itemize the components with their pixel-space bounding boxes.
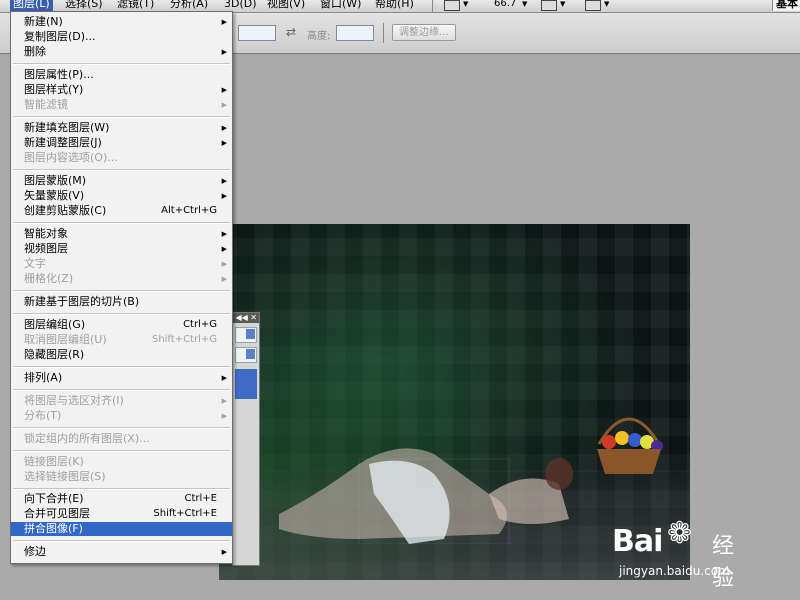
menubar-divider [432,0,433,12]
woman-figure [279,448,573,544]
menu-divider [13,116,230,118]
menu-item-smart-objects[interactable]: 智能对象 ▶ [11,227,232,241]
submenu-arrow-icon: ▶ [221,177,227,185]
menu-help[interactable]: 帮助(H) [372,0,417,11]
menu-item-smart-filter: 智能滤镜 ▶ [24,98,227,111]
menu-item-new-layer-based-slice[interactable]: 新建基于图层的切片(B) [11,295,232,309]
menu-item-layer-style[interactable]: 图层样式(Y) ▶ [11,83,232,97]
menu-3d[interactable]: 3D(D) [221,0,260,11]
menu-item-arrange[interactable]: 排列(A) ▶ [11,371,232,385]
submenu-arrow-icon: ▶ [221,275,227,283]
menu-divider [13,366,230,368]
submenu-arrow-icon: ▶ [221,412,227,420]
chevron-right-icon [246,349,255,359]
menu-item-align-to-selection: 将图层与选区对齐(I) ▶ [24,394,227,407]
submenu-arrow-icon: ▶ [221,139,227,147]
layer-menu-dropdown: 新建(N) ▶ 复制图层(D)... 删除 ▶ 图层属性(P)... 图层样式(Y)… [10,11,233,564]
menu-item-vector-mask[interactable]: 矢量蒙版(V) ▶ [11,189,232,203]
flower-basket [597,417,663,474]
menu-item-merge-visible[interactable]: 合并可见图层 Shift+Ctrl+E [11,507,232,521]
chevron-right-icon [246,329,255,339]
menu-divider [13,389,230,391]
menu-divider [13,63,230,65]
optbar-divider [383,23,384,43]
height-label: 高度: [307,31,331,42]
menu-item-select-linked-layers: 选择链接图层(S) [24,470,106,483]
menu-item-video-layers[interactable]: 视频图层 ▶ [11,242,232,256]
menu-item-group-layers[interactable]: 图层编组(G) Ctrl+G [11,318,232,332]
menu-divider [13,313,230,315]
menu-item-duplicate[interactable]: 复制图层(D)... [11,30,232,44]
refine-edge-button[interactable]: 调整边缘... [392,24,456,41]
arrange-documents-icon[interactable] [541,0,557,11]
screen-mode-icon[interactable] [585,0,601,11]
submenu-arrow-icon: ▶ [221,230,227,238]
menu-divider [13,540,230,542]
menu-item-new-fill-layer[interactable]: 新建填充图层(W) ▶ [11,121,232,135]
watermark-url: jingyan.baidu.com [619,564,730,578]
width-field[interactable] [238,25,276,41]
menu-item-layer-properties[interactable]: 图层属性(P)... [11,68,232,82]
menu-item-new[interactable]: 新建(N) ▶ [11,15,232,29]
workspace-button[interactable]: 基本 [772,0,800,11]
submenu-arrow-icon: ▶ [221,192,227,200]
chevron-down-icon[interactable]: ▼ [522,0,527,8]
menu-item-layer-content-options: 图层内容选项(O)... [24,151,118,164]
menu-layer[interactable]: 图层(L) [10,0,53,11]
menu-item-ungroup-layers: 取消图层编组(U) Shift+Ctrl+G [24,333,217,346]
selected-layer-row[interactable] [235,369,257,399]
watermark-jingyan: 经验 [712,534,735,591]
paw-logo-icon: ❁ [667,516,693,551]
menu-item-link-layers: 链接图层(K) [24,455,84,468]
menu-item-new-adjustment-layer[interactable]: 新建调整图层(J) ▶ [11,136,232,150]
panel-header[interactable]: ◀◀ ✕ [233,313,259,323]
submenu-arrow-icon: ▶ [221,245,227,253]
submenu-arrow-icon: ▶ [221,48,227,56]
menu-item-type: 文字 ▶ [24,257,227,270]
screen-mode-icon[interactable] [444,0,460,11]
submenu-arrow-icon: ▶ [221,397,227,405]
submenu-arrow-icon: ▶ [221,260,227,268]
menu-item-merge-down[interactable]: 向下合并(E) Ctrl+E [11,492,232,506]
menu-item-create-clipping-mask[interactable]: 创建剪贴蒙版(C) Alt+Ctrl+G [11,204,232,218]
watermark-brand: Bai [612,524,663,559]
menu-item-flatten-image[interactable]: 拼合图像(F) [11,522,232,536]
submenu-arrow-icon: ▶ [221,124,227,132]
layers-panel-fragment: ◀◀ ✕ [232,312,260,566]
menu-filter[interactable]: 滤镜(T) [114,0,157,11]
menu-analysis[interactable]: 分析(A) [167,0,211,11]
menu-divider [13,290,230,292]
menu-window[interactable]: 窗口(W) [317,0,364,11]
chevron-down-icon[interactable]: ▼ [604,0,609,8]
opacity-field[interactable] [235,347,257,363]
menu-divider [13,427,230,429]
submenu-arrow-icon: ▶ [221,374,227,382]
height-field[interactable] [336,25,374,41]
chevron-down-icon[interactable]: ▼ [560,0,565,8]
menu-divider [13,450,230,452]
menu-item-distribute: 分布(T) ▶ [24,409,227,422]
menu-divider [13,169,230,171]
menu-view[interactable]: 视图(V) [264,0,308,11]
menu-select[interactable]: 选择(S) [62,0,106,11]
submenu-arrow-icon: ▶ [221,101,227,109]
menu-item-rasterize: 栅格化(Z) ▶ [24,272,227,285]
menu-item-matting[interactable]: 修边 ▶ [11,545,232,559]
menu-item-layer-mask[interactable]: 图层蒙版(M) ▶ [11,174,232,188]
menu-item-delete[interactable]: 删除 ▶ [11,45,232,59]
menu-item-lock-all-layers: 锁定组内的所有图层(X)... [24,432,150,445]
chevron-down-icon[interactable]: ▼ [463,0,468,8]
swap-icon[interactable]: ⇄ [286,25,296,39]
blend-mode-select[interactable] [235,327,257,343]
submenu-arrow-icon: ▶ [221,548,227,556]
menu-item-hide-layers[interactable]: 隐藏图层(R) [11,348,232,362]
zoom-level[interactable]: 66.7 [494,0,516,9]
submenu-arrow-icon: ▶ [221,86,227,94]
menu-divider [13,222,230,224]
submenu-arrow-icon: ▶ [221,18,227,26]
menu-divider [13,488,230,490]
